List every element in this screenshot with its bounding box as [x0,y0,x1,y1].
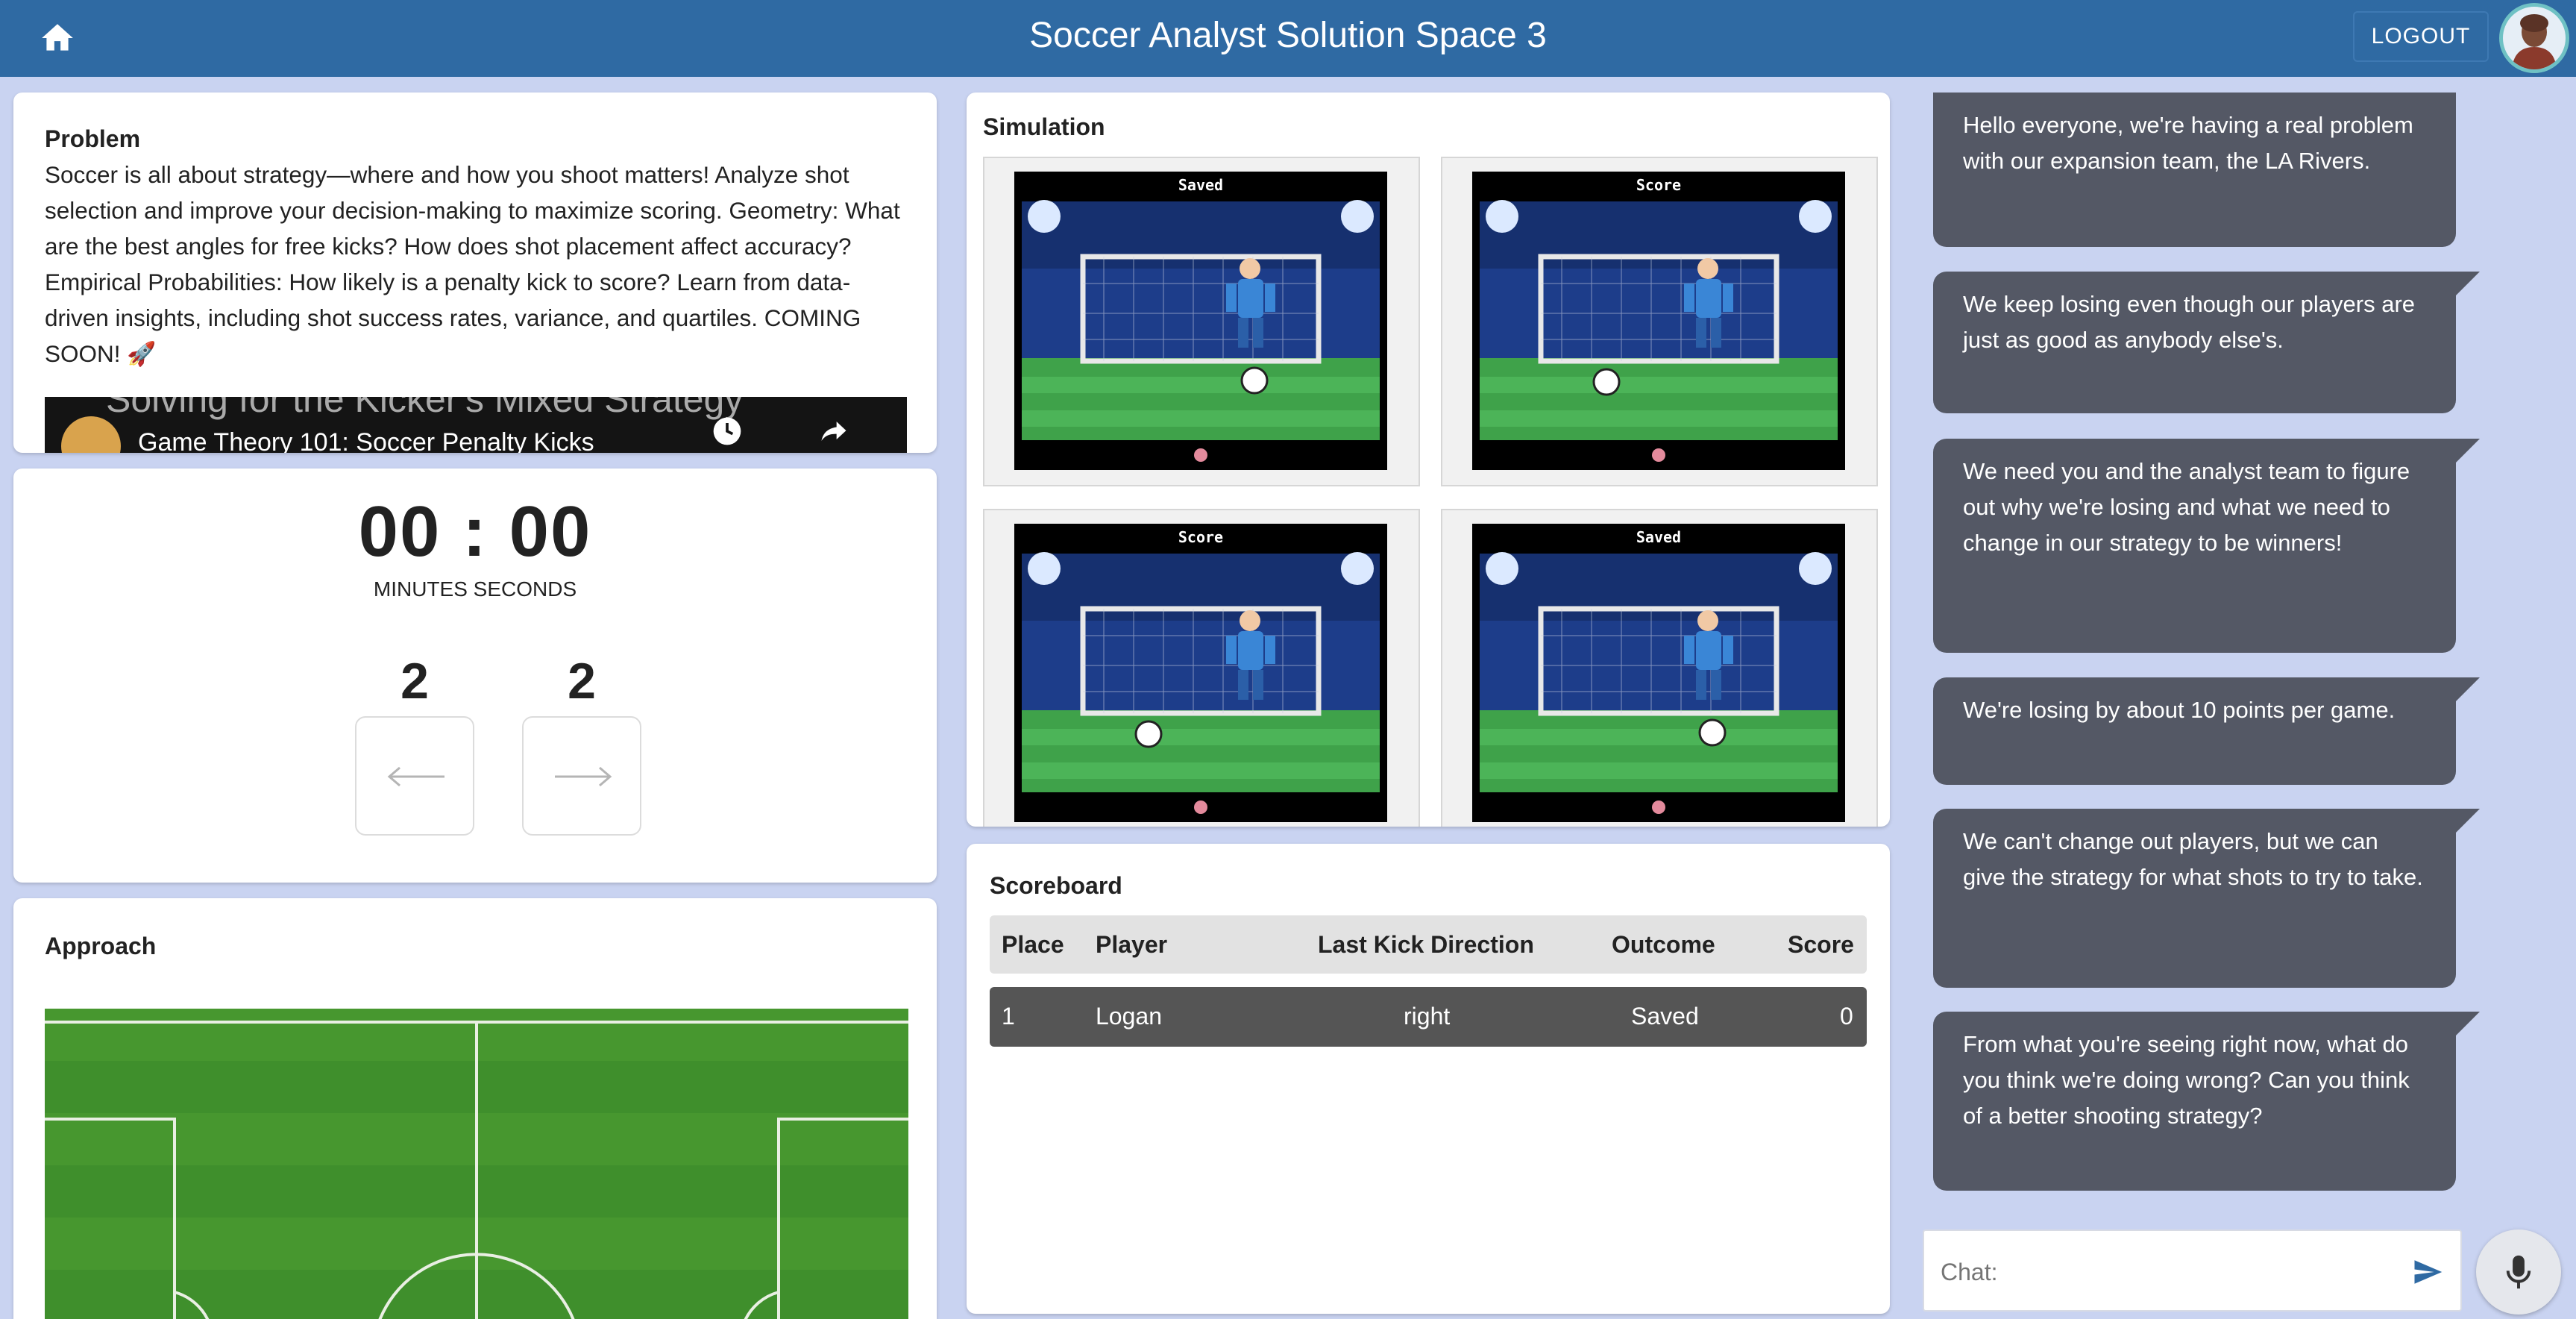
table-header: Place Player Last Kick Direction Outcome… [990,915,1867,974]
score-cell: 0 [1840,1003,1853,1030]
kick-result-label: Score [1178,528,1224,546]
penalty-kick-animation: Saved [1014,172,1387,470]
chat-message: We can't change out players, but we can … [1933,809,2480,988]
column-header: Player [1096,931,1168,958]
problem-card: Problem Soccer is all about strategy—whe… [13,93,937,453]
chat-message: From what you're seeing right now, what … [1933,1012,2480,1191]
kick-result-label: Score [1636,176,1682,194]
simulation-card: Simulation Saved Score Score Saved [967,93,1890,827]
kick-left-button[interactable] [355,716,474,836]
approach-heading: Approach [45,933,157,959]
video-subtitle: Solving for the Kicker's Mixed Strategy [106,397,744,420]
outcome-cell: Saved [1631,1003,1699,1030]
left-kick-count: 2 [400,653,429,709]
arrow-right-icon [555,766,612,787]
arrow-left-icon [387,766,444,787]
chat-input-box [1923,1229,2462,1312]
timer-display: 00 : 00 [13,491,937,573]
scoreboard-heading: Scoreboard [990,872,1122,899]
app-header: Soccer Analyst Solution Space 3 LOGOUT [0,0,2576,77]
chat-input[interactable] [1941,1253,2388,1291]
kick-right-button[interactable] [522,716,641,836]
chat-message: Hello everyone, we're having a real prob… [1933,93,2456,247]
video-embed[interactable]: Solving for the Kicker's Mixed Strategy … [45,397,907,453]
column-header: Last Kick Direction [1318,931,1534,958]
video-title[interactable]: Game Theory 101: Soccer Penalty Kicks [138,428,594,453]
timer-seconds: 00 [509,492,592,571]
chat-message: We're losing by about 10 points per game… [1933,677,2480,785]
table-row[interactable]: 1 Logan right Saved 0 [990,987,1867,1047]
penalty-kick-animation: Score [1472,172,1845,470]
player-cell: Logan [1096,1003,1162,1030]
user-avatar[interactable] [2499,3,2569,73]
penalty-kick-animation: Score [1014,524,1387,822]
chat-message: We need you and the analyst team to figu… [1933,439,2480,653]
approach-card: Approach [13,898,937,1319]
timer-minutes: 00 [358,492,442,571]
place-cell: 1 [1002,1003,1015,1030]
timer-separator: : [462,492,488,571]
direction-cell: right [1404,1003,1451,1030]
timer-card: 00 : 00 MINUTES SECONDS 2 2 [13,469,937,883]
watch-later-icon[interactable] [711,415,744,448]
send-icon[interactable] [2410,1256,2445,1288]
kick-result-label: Saved [1178,176,1224,194]
microphone-button[interactable] [2476,1229,2561,1315]
page-title: Soccer Analyst Solution Space 3 [1029,16,1547,55]
kick-result-label: Saved [1636,528,1682,546]
simulation-tile[interactable]: Score [983,509,1420,827]
right-kick-count: 2 [568,653,596,709]
chat-message: We keep losing even though our players a… [1933,272,2480,413]
simulation-tile[interactable]: Saved [983,157,1420,486]
scoreboard-card: Scoreboard Place Player Last Kick Direct… [967,844,1890,1314]
timer-label: MINUTES SECONDS [373,577,577,601]
logout-button[interactable]: LOGOUT [2353,11,2489,62]
problem-heading: Problem [45,125,141,152]
column-header: Score [1788,931,1854,958]
microphone-icon [2506,1255,2531,1289]
simulation-tile[interactable]: Saved [1441,509,1878,827]
channel-logo [61,416,121,453]
share-icon[interactable] [817,415,850,448]
column-header: Place [1002,931,1064,958]
problem-text: Soccer is all about strategy—where and h… [45,161,900,367]
penalty-kick-animation: Saved [1472,524,1845,822]
soccer-field-image [45,1009,908,1319]
column-header: Outcome [1612,931,1715,958]
simulation-heading: Simulation [983,113,1105,140]
simulation-tile[interactable]: Score [1441,157,1878,486]
